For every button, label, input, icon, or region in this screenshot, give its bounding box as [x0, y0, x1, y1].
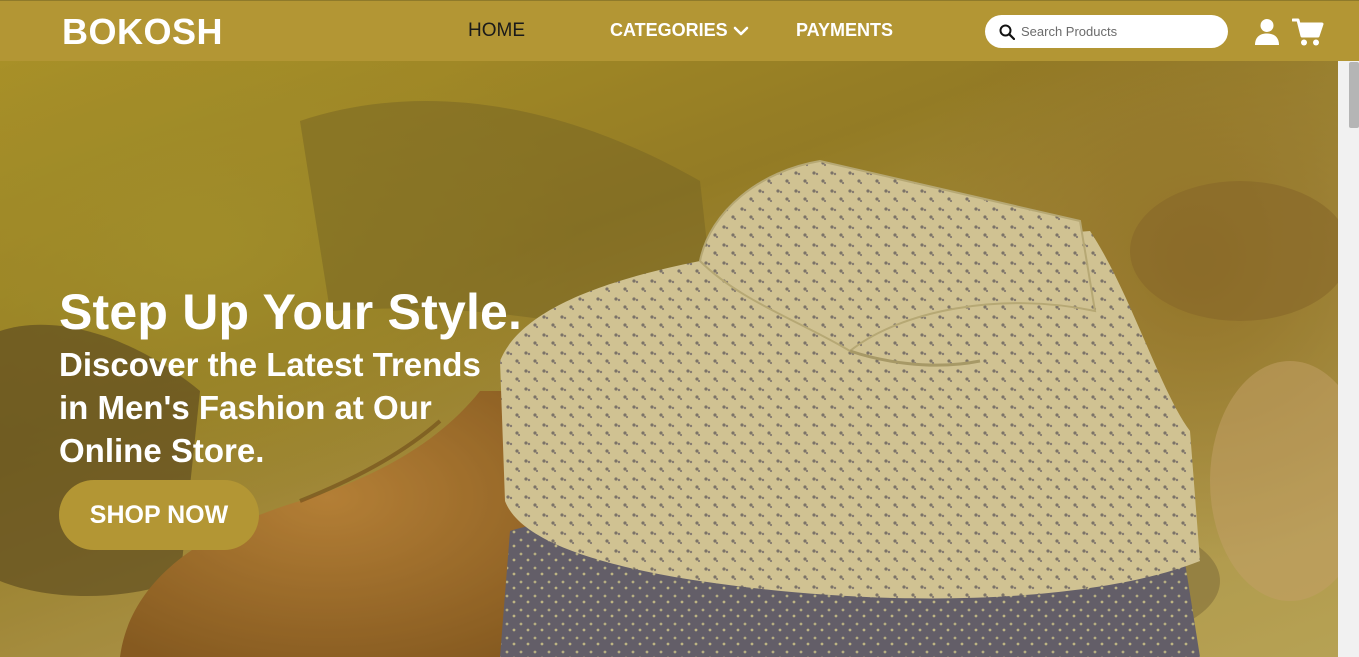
shop-now-button[interactable]: SHOP NOW	[59, 480, 259, 550]
search-input[interactable]	[1021, 24, 1221, 39]
cart-icon[interactable]	[1292, 17, 1324, 47]
chevron-down-icon	[733, 26, 748, 35]
page-scrollbar[interactable]	[1338, 61, 1359, 657]
scrollbar-thumb[interactable]	[1349, 62, 1359, 128]
user-icon[interactable]	[1254, 18, 1280, 46]
nav-home-link[interactable]: HOME	[468, 20, 525, 42]
nav-categories-dropdown[interactable]: CATEGORIES	[610, 20, 749, 41]
nav-categories-label: CATEGORIES	[610, 20, 728, 40]
brand-logo[interactable]: BOKOSH	[62, 11, 223, 53]
hero-headline: Step Up Your Style.	[59, 284, 523, 340]
top-navbar: BOKOSH HOME CATEGORIES PAYMENTS	[0, 0, 1359, 61]
nav-payments-link[interactable]: PAYMENTS	[796, 20, 893, 41]
hero-subheadline: Discover the Latest Trends in Men's Fash…	[59, 346, 481, 469]
hero-banner: Step Up Your Style. Discover the Latest …	[0, 61, 1338, 657]
search-box[interactable]	[985, 15, 1228, 48]
search-icon[interactable]	[999, 24, 1015, 40]
